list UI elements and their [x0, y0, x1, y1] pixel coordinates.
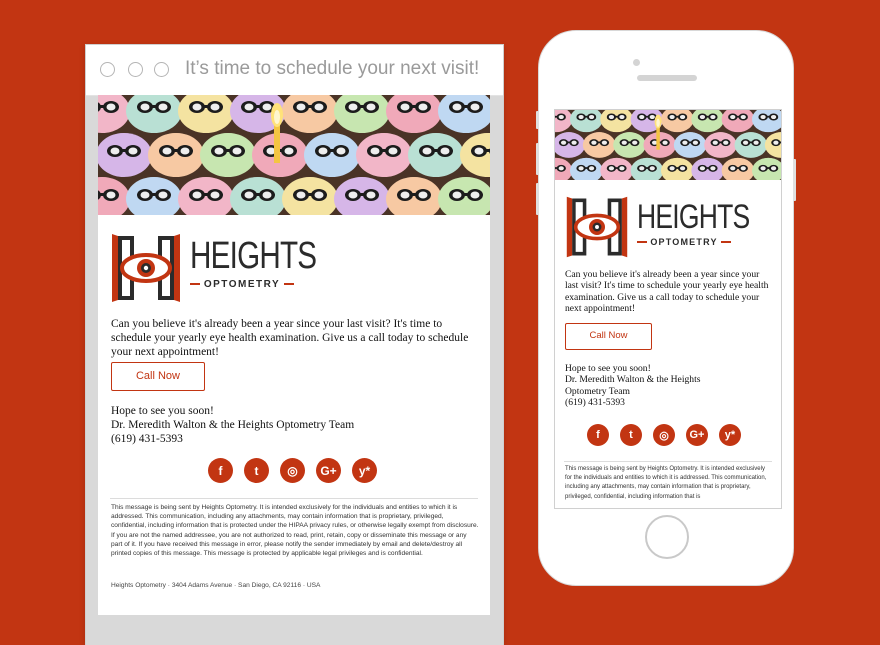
phone-number: (619) 431-5393	[111, 432, 354, 446]
mobile-hero-image	[555, 110, 781, 180]
mobile-logo-mark-icon	[565, 195, 629, 259]
mobile-call-now-button[interactable]: Call Now	[565, 323, 652, 350]
window-maximize-button[interactable]	[154, 62, 169, 77]
phone-device: HEIGHTS OPTOMETRY Can you believe it's a…	[538, 30, 794, 586]
phone-power-button	[793, 159, 796, 201]
footer-address: Heights Optometry · 3404 Adams Avenue · …	[111, 582, 320, 589]
email-body-text: Can you believe it's already been a year…	[111, 317, 479, 359]
facebook-icon[interactable]: f	[587, 424, 609, 446]
yelp-icon[interactable]: y*	[352, 458, 377, 483]
phone-home-button[interactable]	[645, 515, 689, 559]
logo-rule-right	[284, 283, 294, 285]
heights-optometry-logo: HEIGHTS OPTOMETRY	[110, 232, 182, 309]
logo-wordmark: HEIGHTS	[190, 236, 316, 276]
mobile-phone-number: (619) 431-5393	[565, 397, 700, 408]
phone-speaker	[637, 75, 697, 81]
phone-camera	[633, 59, 640, 66]
email-client-window: It’s time to schedule your next visit! H…	[85, 44, 504, 645]
email-content: HEIGHTS OPTOMETRY Can you believe it's a…	[98, 95, 490, 615]
mobile-logo-rule-left	[637, 241, 647, 243]
mobile-signature-line1: Dr. Meredith Walton & the Heights	[565, 374, 700, 385]
google-plus-icon[interactable]: G+	[316, 458, 341, 483]
instagram-icon[interactable]: ◎	[653, 424, 675, 446]
mobile-signature: Hope to see you soon! Dr. Meredith Walto…	[565, 363, 700, 409]
logo-subtitle-text: OPTOMETRY	[204, 279, 280, 290]
phone-volume-up	[536, 143, 539, 175]
mobile-logo: HEIGHTS OPTOMETRY	[565, 195, 629, 264]
mobile-social-links: ft ◎ G+ y*	[587, 424, 741, 446]
mobile-logo-rule-right	[721, 241, 731, 243]
twitter-icon[interactable]: t	[620, 424, 642, 446]
mobile-logo-subtitle-text: OPTOMETRY	[650, 237, 717, 247]
window-titlebar: It’s time to schedule your next visit!	[86, 45, 503, 96]
call-now-button[interactable]: Call Now	[111, 362, 205, 391]
mobile-signature-line2: Optometry Team	[565, 386, 700, 397]
footer-divider	[110, 498, 478, 499]
phone-volume-down	[536, 183, 539, 215]
instagram-icon[interactable]: ◎	[280, 458, 305, 483]
mobile-logo-subtitle: OPTOMETRY	[637, 237, 731, 247]
hero-image	[98, 95, 490, 215]
twitter-icon[interactable]: t	[244, 458, 269, 483]
signoff-text: Hope to see you soon!	[111, 404, 354, 418]
phone-mute-switch	[536, 111, 539, 129]
phone-screen: HEIGHTS OPTOMETRY Can you believe it's a…	[554, 109, 782, 509]
google-plus-icon[interactable]: G+	[686, 424, 708, 446]
mobile-body-text: Can you believe it's already been a year…	[565, 269, 771, 315]
window-close-button[interactable]	[100, 62, 115, 77]
facebook-icon[interactable]: f	[208, 458, 233, 483]
legal-disclaimer: This message is being sent by Heights Op…	[111, 503, 479, 558]
window-title: It’s time to schedule your next visit!	[185, 58, 479, 80]
logo-rule-left	[190, 283, 200, 285]
yelp-icon[interactable]: y*	[719, 424, 741, 446]
window-minimize-button[interactable]	[128, 62, 143, 77]
mobile-footer-divider	[564, 461, 772, 462]
email-signature: Hope to see you soon! Dr. Meredith Walto…	[111, 404, 354, 446]
logo-subtitle: OPTOMETRY	[190, 278, 294, 290]
mobile-signoff-text: Hope to see you soon!	[565, 363, 700, 374]
mobile-logo-wordmark: HEIGHTS	[637, 199, 749, 235]
social-links: ft ◎ G+ y*	[208, 458, 377, 483]
mobile-legal-disclaimer: This message is being sent by Heights Op…	[565, 465, 771, 502]
signature-text: Dr. Meredith Walton & the Heights Optome…	[111, 418, 354, 432]
logo-mark-icon	[110, 232, 182, 304]
